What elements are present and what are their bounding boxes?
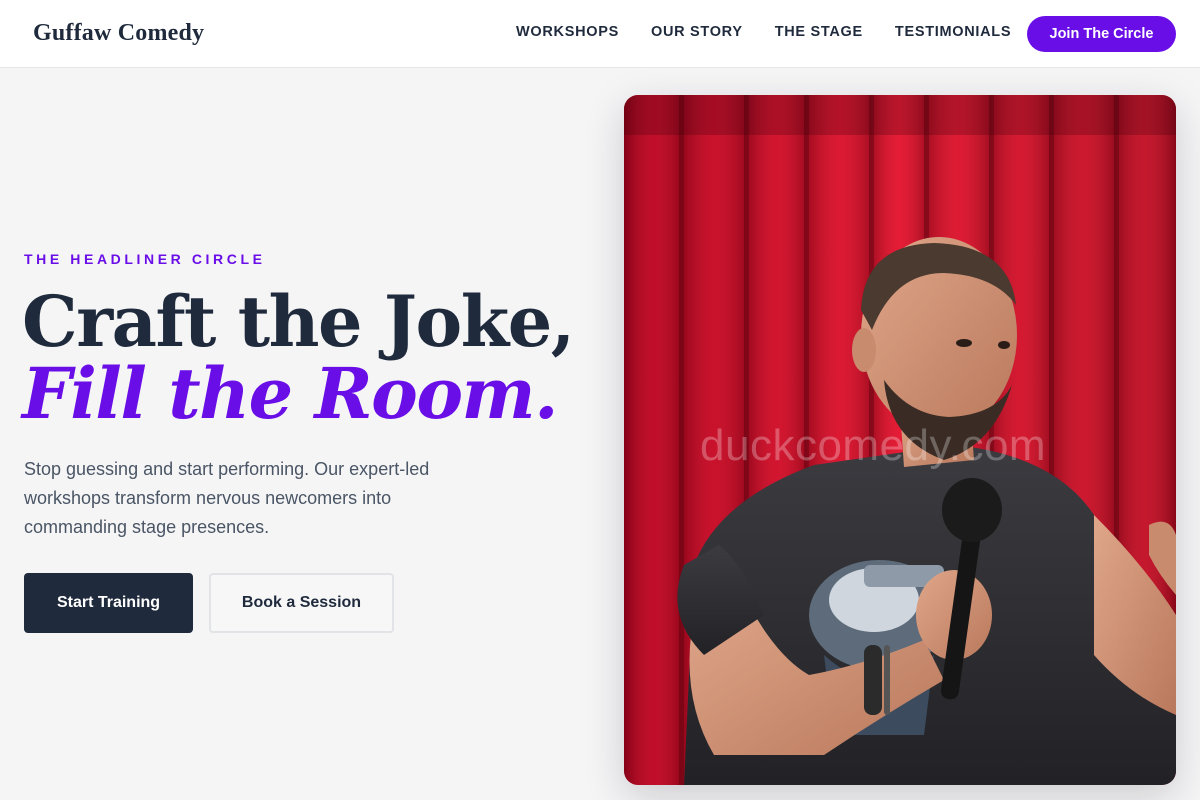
book-session-button[interactable]: Book a Session [209, 573, 394, 633]
hero-eyebrow: THE HEADLINER CIRCLE [24, 251, 266, 267]
hero-headline: Craft the Joke, Fill the Room. [22, 286, 582, 430]
nav-link-testimonials[interactable]: TESTIMONIALS [895, 24, 1011, 40]
nav-link-workshops[interactable]: WORKSHOPS [516, 24, 619, 40]
site-header: Guffaw Comedy WORKSHOPS OUR STORY THE ST… [0, 0, 1200, 68]
nav-link-our-story[interactable]: OUR STORY [651, 24, 743, 40]
hero-subtext: Stop guessing and start performing. Our … [24, 459, 430, 537]
image-watermark: duckcomedy.com [700, 421, 1047, 470]
headline-line-1: Craft the Joke, [22, 280, 575, 363]
start-training-button[interactable]: Start Training [24, 573, 193, 633]
headline-line-2: Fill the Room. [22, 352, 558, 435]
main-nav: WORKSHOPS OUR STORY THE STAGE TESTIMONIA… [516, 24, 1011, 40]
brand-logo[interactable]: Guffaw Comedy [33, 20, 204, 47]
hero-image: duckcomedy.com [624, 95, 1176, 785]
nav-link-the-stage[interactable]: THE STAGE [775, 24, 863, 40]
join-the-circle-button[interactable]: Join The Circle [1027, 16, 1176, 52]
